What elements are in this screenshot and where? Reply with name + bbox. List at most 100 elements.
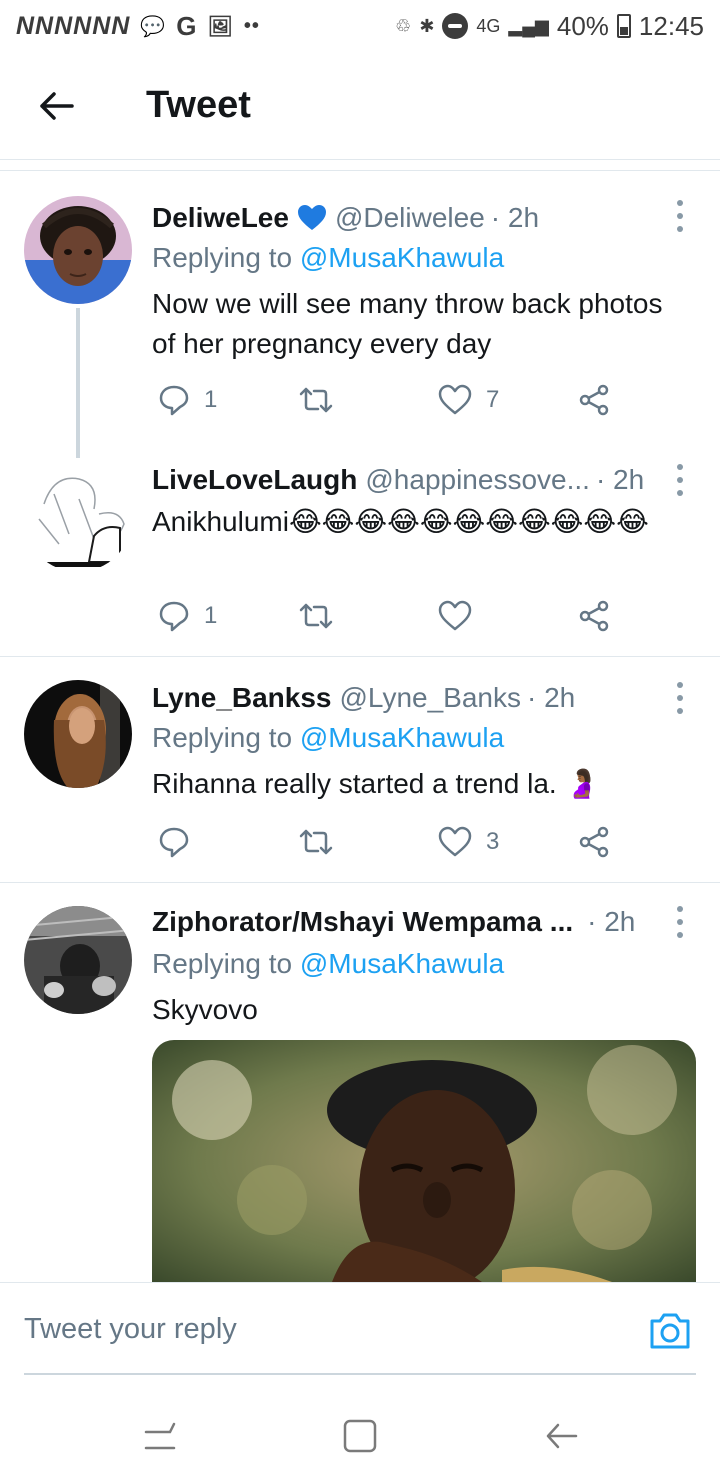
retweet-button[interactable]: [298, 822, 348, 862]
tweet-text: Now we will see many throw back photos o…: [152, 288, 663, 359]
header-divider: [0, 170, 720, 171]
thread-line: [76, 308, 80, 458]
bluetooth-icon: ✱: [419, 15, 435, 36]
network-type: 4G: [476, 15, 501, 36]
status-bar: NNNNNN 💬 G 🖼 •• ♲ ✱ 4G ▂▄▆ 40% 12:45: [0, 0, 720, 52]
share-icon: [579, 600, 609, 632]
blue-heart-icon: [297, 205, 326, 230]
tweet-header: Ziphorator/Mshayi Wempama ... · 2h: [152, 904, 676, 940]
more-options-icon[interactable]: [674, 464, 686, 496]
reply-count: 1: [204, 602, 218, 629]
avatar[interactable]: [24, 464, 132, 572]
mention-link[interactable]: @MusaKhawula: [300, 948, 504, 979]
avatar[interactable]: [24, 906, 132, 1014]
reply-composer: Tweet your reply: [0, 1282, 720, 1390]
tweet-time: · 2h: [587, 906, 636, 937]
home-button[interactable]: [336, 1412, 384, 1460]
clock: 12:45: [638, 10, 704, 41]
tweet-actions: 1 7: [152, 380, 622, 420]
replying-to-prefix: Replying to: [152, 242, 300, 273]
tweet-actions: 1: [152, 596, 622, 636]
like-count: 3: [486, 828, 500, 855]
recent-apps-button[interactable]: [136, 1412, 184, 1460]
retweet-icon: [299, 829, 333, 855]
reply-count: 1: [204, 386, 218, 413]
reply-icon: [159, 827, 189, 858]
tweet-divider: [0, 882, 720, 883]
reply-icon: [159, 385, 189, 416]
reply-input-underline: [24, 1373, 696, 1375]
tweet-text: Rihanna really started a trend la. 🤰🏾: [152, 768, 600, 799]
signal-icon: ▂▄▆: [508, 15, 549, 36]
more-notifications-icon: ••: [243, 14, 260, 37]
replying-to: Replying to @MusaKhawula: [152, 722, 504, 754]
reply-button[interactable]: 1: [158, 596, 217, 636]
more-options-icon[interactable]: [674, 682, 686, 714]
retweet-button[interactable]: [298, 380, 348, 420]
like-button[interactable]: 7: [438, 380, 499, 420]
system-nav-bar: [0, 1390, 720, 1480]
replying-to-prefix: Replying to: [152, 722, 300, 753]
arrow-left-icon: [40, 92, 74, 120]
like-count: 7: [486, 386, 500, 413]
share-button[interactable]: [578, 596, 610, 636]
like-button[interactable]: 3: [438, 822, 499, 862]
author-name[interactable]: Ziphorator/Mshayi Wempama ...: [152, 906, 573, 938]
mention-link[interactable]: @MusaKhawula: [300, 722, 504, 753]
reply-icon: [159, 601, 189, 632]
retweet-icon: [299, 387, 333, 413]
author-name[interactable]: Lyne_Bankss: [152, 682, 332, 714]
tweet-time: · 2h: [595, 464, 645, 495]
avatar[interactable]: [24, 196, 132, 304]
author-handle: @Lyne_Banks: [339, 682, 522, 713]
battery-icon: [616, 14, 631, 38]
tweet-time: · 2h: [527, 682, 576, 713]
notification-icons: NNNNNN 💬 G 🖼 ••: [16, 11, 260, 42]
share-button[interactable]: [578, 822, 610, 862]
replying-to-prefix: Replying to: [152, 948, 300, 979]
tweet-text: Skyvovo: [152, 994, 258, 1025]
tweet-header: Lyne_Bankss @Lyne_Banks · 2h: [152, 680, 676, 716]
author-handle: @happinessove...: [365, 464, 590, 495]
reply-button[interactable]: 1: [158, 380, 217, 420]
recent-apps-icon: [144, 1422, 176, 1450]
tweet-header: LiveLoveLaugh @happinessove... · 2h: [152, 462, 676, 498]
like-button[interactable]: [438, 596, 486, 636]
share-button[interactable]: [578, 380, 610, 420]
author-handle: @Deliwelee: [334, 202, 485, 233]
page-title: Tweet: [146, 84, 251, 126]
do-not-disturb-icon: [442, 13, 469, 39]
back-nav-button[interactable]: [538, 1412, 586, 1460]
message-icon: 💬: [140, 15, 167, 38]
reply-input[interactable]: Tweet your reply: [24, 1313, 237, 1346]
tweet-actions: 3: [152, 822, 622, 862]
tweet-divider: [0, 656, 720, 657]
mention-link[interactable]: @MusaKhawula: [300, 242, 504, 273]
recycle-icon: ♲: [395, 15, 412, 36]
author-name[interactable]: DeliweLee: [152, 202, 289, 234]
share-icon: [579, 384, 609, 416]
camera-icon[interactable]: [648, 1311, 692, 1351]
tweet-text: Anikhulumi😂😂😂😂😂😂😂😂😂😂😂: [152, 506, 649, 537]
tweet-media-image[interactable]: [152, 1040, 696, 1282]
notification-letters: NNNNNN: [16, 11, 131, 40]
share-icon: [579, 826, 609, 858]
google-icon: G: [176, 10, 198, 41]
replying-to: Replying to @MusaKhawula: [152, 242, 504, 274]
more-options-icon[interactable]: [674, 906, 686, 938]
replying-to: Replying to @MusaKhawula: [152, 948, 504, 980]
tweet-header: DeliweLee @Deliwelee · 2h: [152, 200, 676, 236]
retweet-icon: [299, 603, 333, 629]
author-name[interactable]: LiveLoveLaugh: [152, 464, 357, 496]
more-options-icon[interactable]: [674, 200, 686, 232]
heart-icon: [438, 600, 472, 631]
system-icons: ♲ ✱ 4G ▂▄▆ 40% 12:45: [395, 11, 704, 42]
app-header: Tweet: [0, 52, 720, 160]
back-icon: [546, 1423, 578, 1449]
battery-percent: 40%: [556, 10, 609, 41]
retweet-button[interactable]: [298, 596, 348, 636]
avatar[interactable]: [24, 680, 132, 788]
reply-button[interactable]: [158, 822, 204, 862]
image-icon: 🖼: [207, 15, 234, 38]
back-button[interactable]: [34, 84, 78, 128]
